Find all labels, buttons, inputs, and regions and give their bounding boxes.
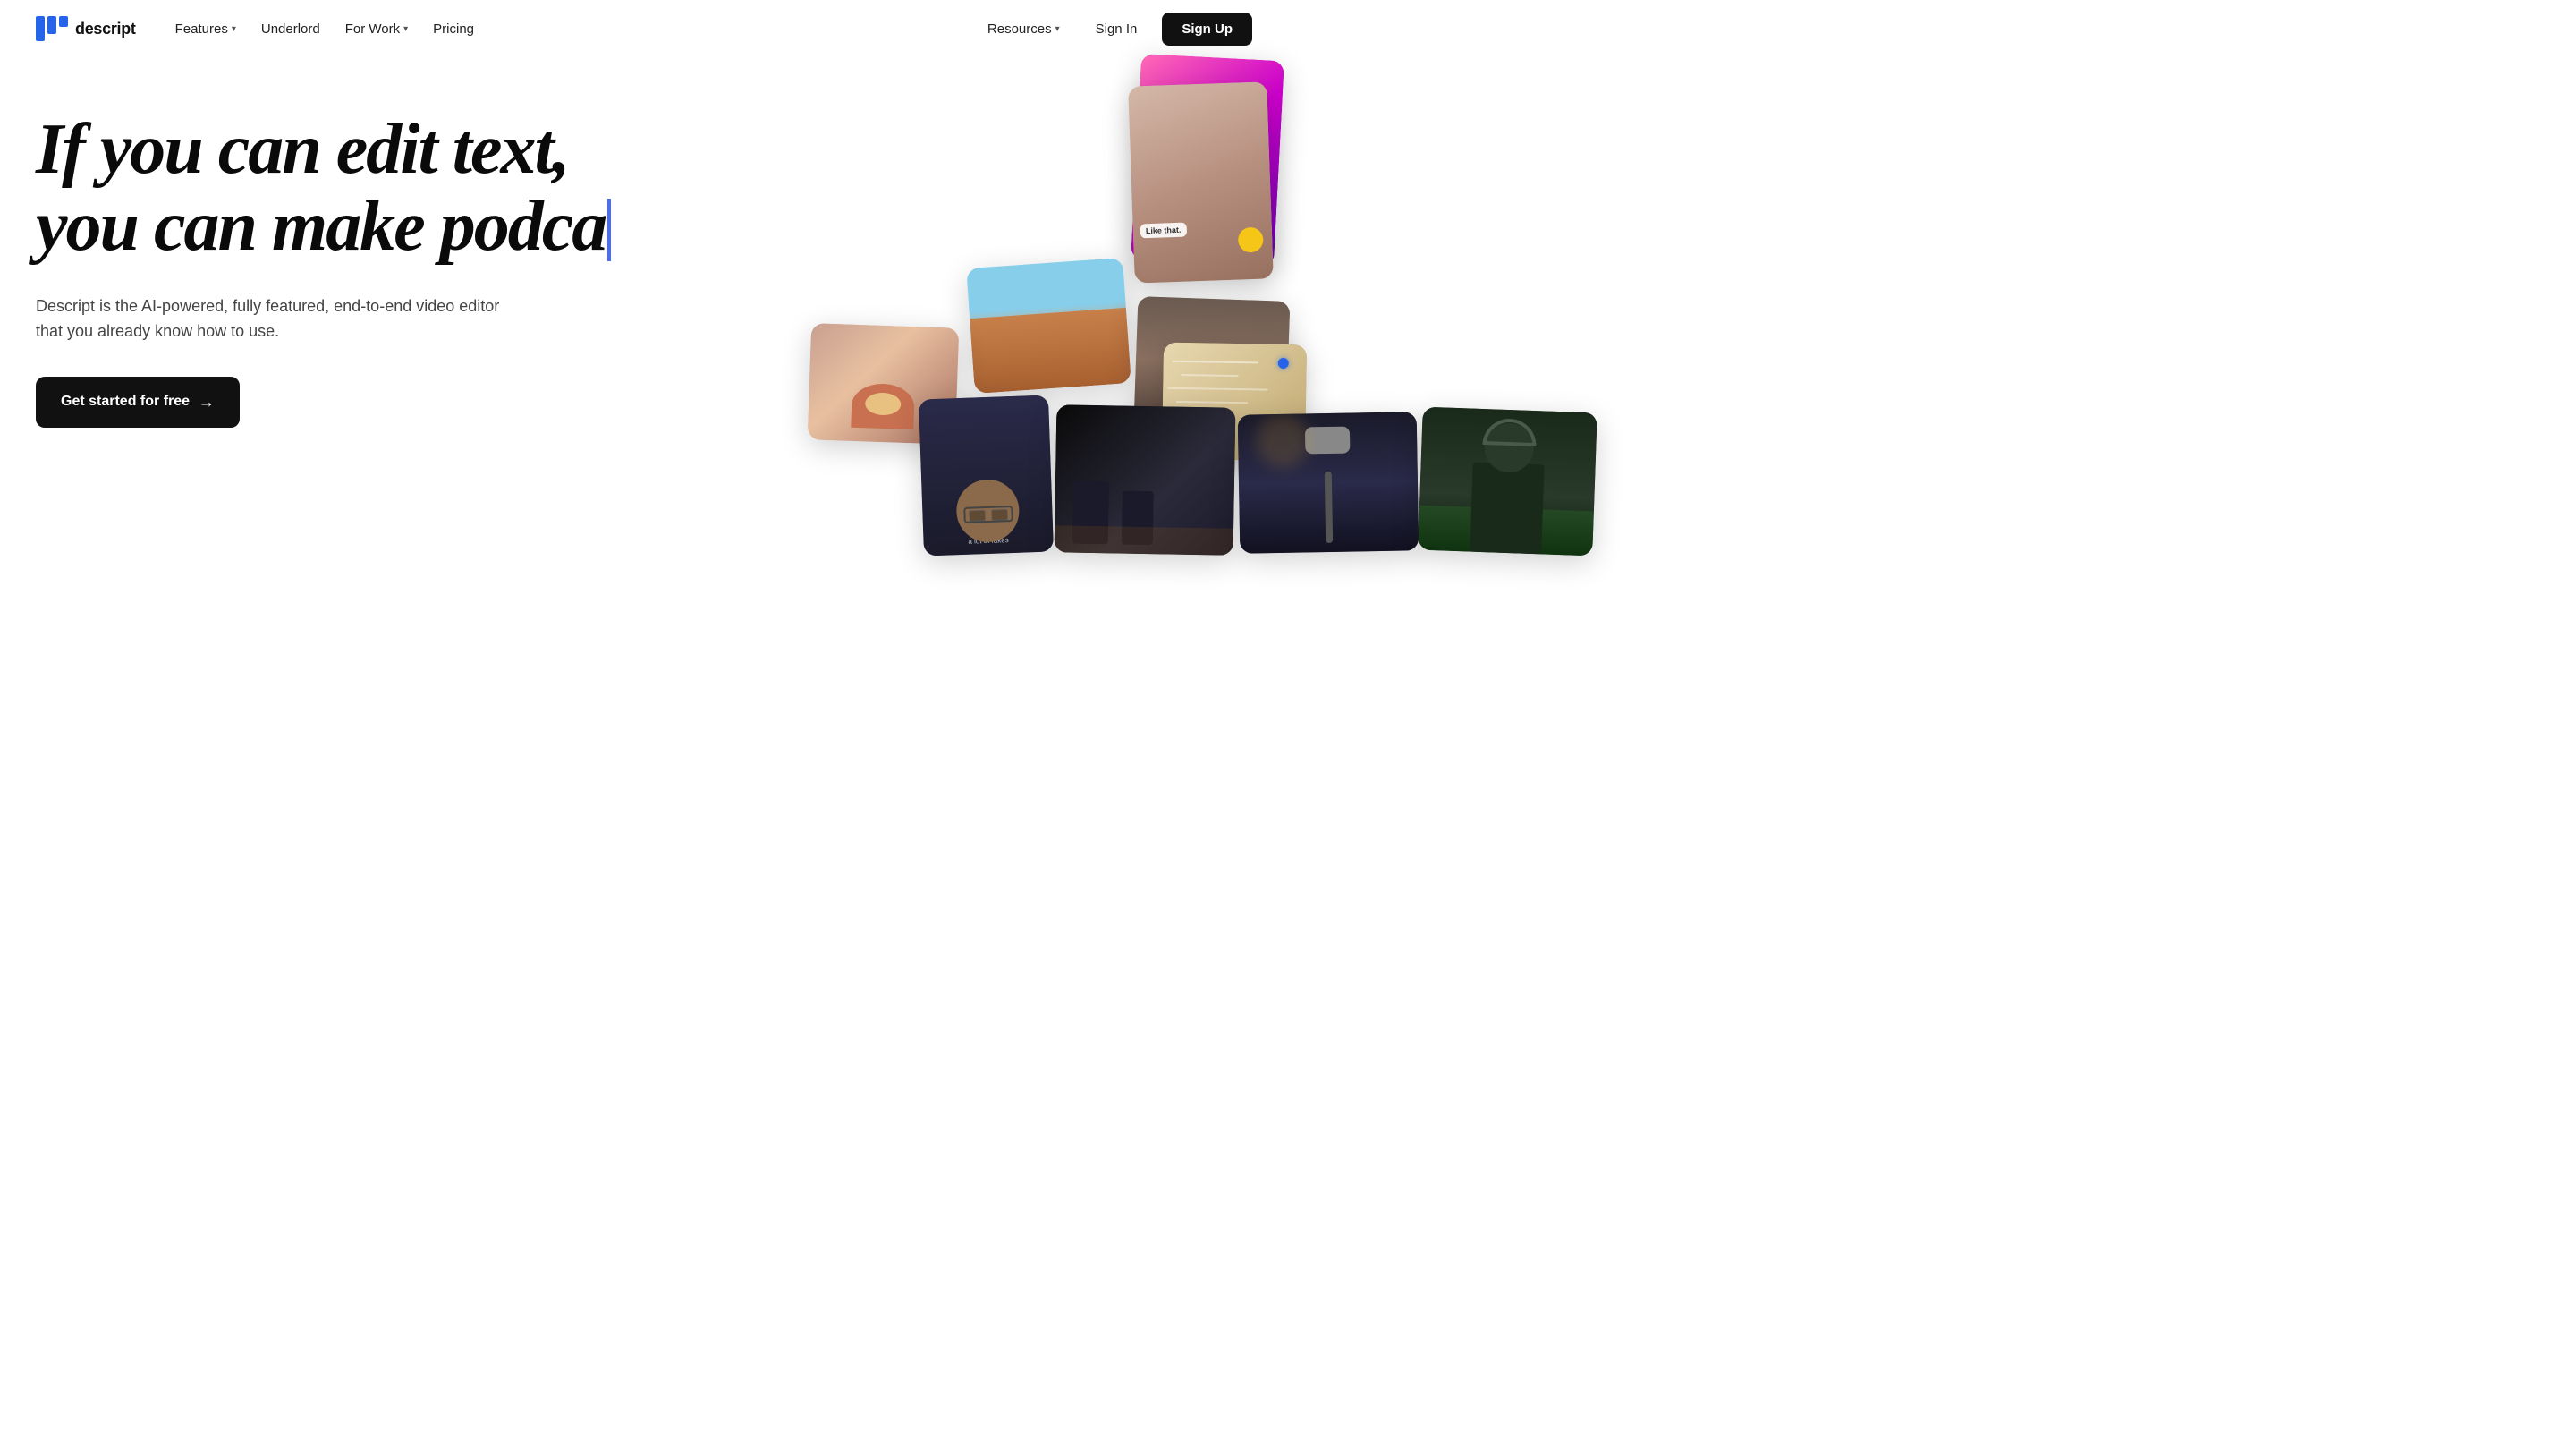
hero-headline: If you can edit text, you can make podca xyxy=(36,111,894,266)
nav-right: Resources ▾ Sign In Sign Up xyxy=(977,13,1252,46)
nav-underlord[interactable]: Underlord xyxy=(250,14,331,44)
sign-up-button[interactable]: Sign Up xyxy=(1162,13,1252,46)
get-started-button[interactable]: Get started for free → xyxy=(36,377,240,428)
nav-links: Features ▾ Underlord For Work ▾ Pricing xyxy=(165,14,485,44)
arrow-right-icon: → xyxy=(199,393,215,412)
navbar: descript Features ▾ Underlord For Work ▾… xyxy=(0,0,1288,57)
descript-logo-icon xyxy=(36,16,68,41)
hero-section: If you can edit text, you can make podca… xyxy=(0,57,1288,726)
resources-chevron-icon: ▾ xyxy=(1055,24,1060,34)
collage-card-bedroom xyxy=(1134,296,1291,427)
nav-pricing[interactable]: Pricing xyxy=(422,14,485,44)
for-work-chevron-icon: ▾ xyxy=(403,24,408,34)
nav-left: descript Features ▾ Underlord For Work ▾… xyxy=(36,14,485,44)
text-cursor xyxy=(607,199,611,261)
collage-card-studio xyxy=(1238,412,1419,553)
hero-subtext: Descript is the AI-powered, fully featur… xyxy=(36,294,501,344)
collage-card-face: Like that. xyxy=(1128,81,1274,283)
nav-resources[interactable]: Resources ▾ xyxy=(977,14,1071,44)
sign-in-link[interactable]: Sign In xyxy=(1085,14,1148,44)
collage-card-pink xyxy=(1131,54,1284,267)
nav-for-work[interactable]: For Work ▾ xyxy=(335,14,419,44)
nav-features[interactable]: Features ▾ xyxy=(165,14,247,44)
collage-card-map xyxy=(1162,343,1307,462)
logo[interactable]: descript xyxy=(36,16,136,41)
collage-card-person-glasses: a lot of fakes xyxy=(919,395,1054,557)
collage-card-headphones-person xyxy=(1418,407,1597,557)
collage-card-landscape xyxy=(966,258,1131,394)
like-bubble: Like that. xyxy=(1140,223,1187,239)
collage-card-dark-scene xyxy=(1055,404,1236,555)
logo-text: descript xyxy=(75,20,136,38)
features-chevron-icon: ▾ xyxy=(232,24,236,34)
yellow-badge xyxy=(1238,227,1264,253)
collage-card-food xyxy=(808,323,959,445)
